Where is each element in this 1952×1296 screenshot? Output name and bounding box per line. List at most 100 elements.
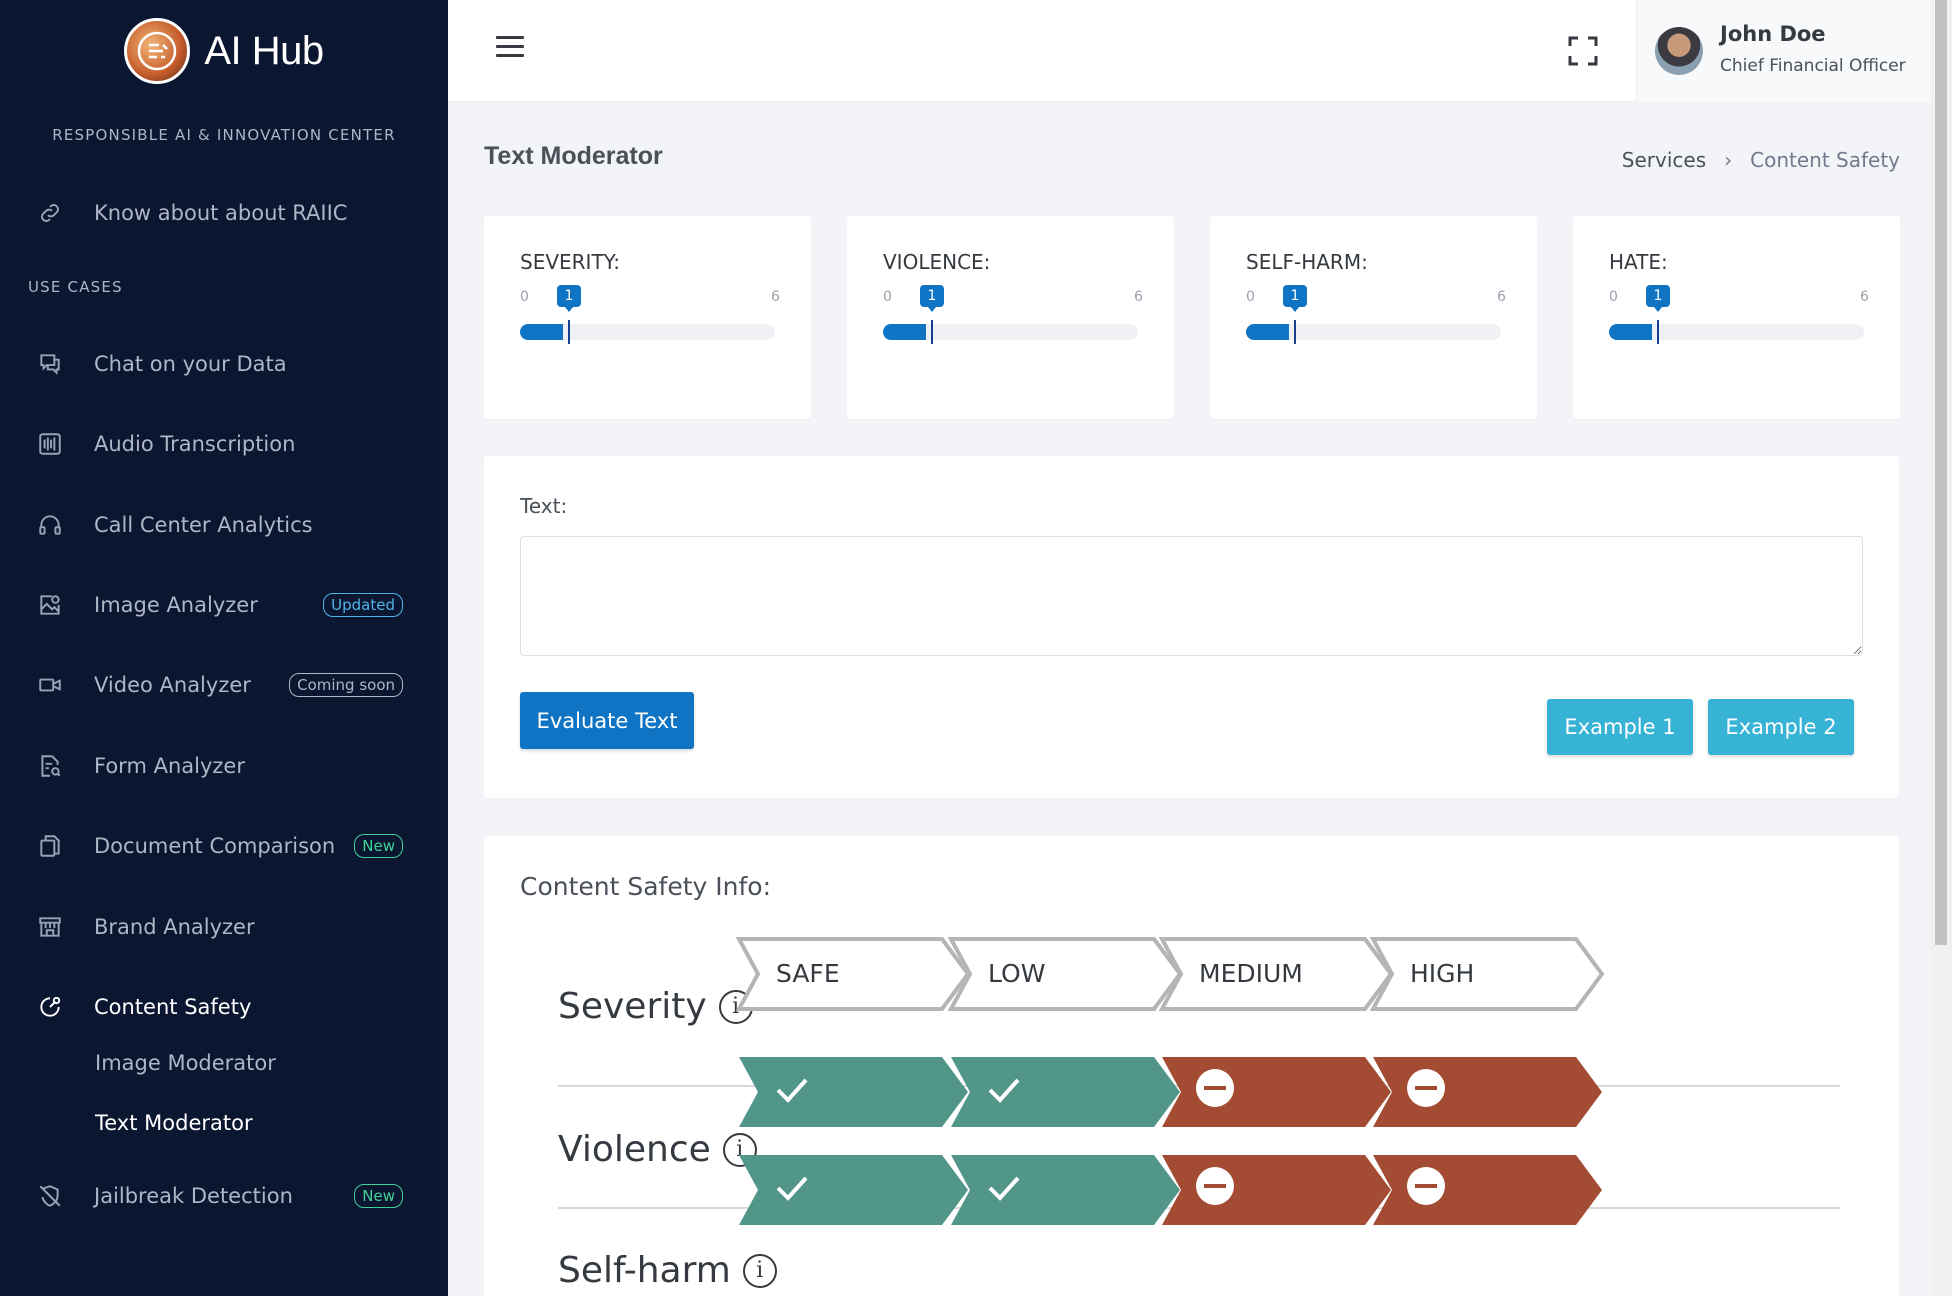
scrollbar-thumb[interactable] — [1935, 0, 1947, 945]
sidebar-item-document-comparison[interactable]: Document Comparison New — [0, 816, 448, 876]
sidebar-item-label: Chat on your Data — [94, 352, 287, 376]
user-menu[interactable]: John Doe Chief Financial Officer — [1636, 0, 1930, 102]
sidebar-item-label: Form Analyzer — [94, 754, 245, 778]
allowed-chevron — [948, 1054, 1184, 1130]
slider-title: SEVERITY: — [520, 250, 620, 274]
self-harm-slider[interactable] — [1246, 324, 1501, 340]
store-icon — [36, 913, 64, 941]
slider-handle[interactable] — [568, 320, 570, 344]
violence-slider[interactable] — [883, 324, 1138, 340]
sidebar-item-label: Jailbreak Detection — [94, 1184, 293, 1208]
ai-brain-logo-icon — [124, 18, 191, 84]
user-name: John Doe — [1720, 22, 1826, 46]
sidebar-item-label: Call Center Analytics — [94, 513, 313, 537]
sidebar-item-label: Audio Transcription — [94, 432, 296, 456]
new-badge: New — [354, 1184, 403, 1208]
coming-soon-badge: Coming soon — [289, 673, 403, 697]
slider-max: 6 — [771, 289, 780, 305]
self-harm-slider-card: SELF-HARM: 0 1 6 — [1210, 216, 1537, 419]
allowed-chevron — [736, 1152, 972, 1228]
menu-icon[interactable] — [496, 36, 526, 64]
hate-slider-card: HATE: 0 1 6 — [1573, 216, 1900, 419]
topbar: John Doe Chief Financial Officer — [448, 0, 1930, 102]
sidebar-item-label: Know about about RAIIC — [94, 201, 348, 225]
slider-title: HATE: — [1609, 250, 1668, 274]
text-input[interactable] — [520, 536, 1863, 656]
slider-min: 0 — [520, 289, 529, 305]
slider-handle[interactable] — [1294, 320, 1296, 344]
blocked-chevron — [1159, 1152, 1395, 1228]
violence-slider-card: VIOLENCE: 0 1 6 — [847, 216, 1174, 419]
sidebar-item-jailbreak-detection[interactable]: Jailbreak Detection New — [0, 1166, 448, 1226]
sidebar-subitem-image-moderator[interactable]: Image Moderator — [95, 1051, 276, 1075]
video-icon — [36, 671, 64, 699]
new-badge: New — [354, 834, 403, 858]
level-label: SAFE — [776, 959, 840, 988]
slider-fill — [520, 324, 563, 340]
blocked-chevron — [1159, 1054, 1395, 1130]
allowed-chevron — [736, 1054, 972, 1130]
sidebar-item-audio[interactable]: Audio Transcription — [0, 414, 448, 474]
sidebar-item-label: Brand Analyzer — [94, 915, 255, 939]
blocked-chevron — [1370, 1054, 1606, 1130]
slider-fill — [883, 324, 926, 340]
updated-badge: Updated — [323, 593, 403, 617]
chevron-right-icon: › — [1724, 148, 1733, 172]
evaluate-text-button[interactable]: Evaluate Text — [520, 692, 694, 749]
sidebar-item-video-analyzer[interactable]: Video Analyzer Coming soon — [0, 655, 448, 715]
shield-off-icon — [36, 1182, 64, 1210]
slider-min: 0 — [1609, 289, 1618, 305]
user-role: Chief Financial Officer — [1720, 56, 1906, 76]
sidebar-item-chat[interactable]: Chat on your Data — [0, 334, 448, 394]
sidebar-item-call-center[interactable]: Call Center Analytics — [0, 495, 448, 555]
allowed-chevron — [948, 1152, 1184, 1228]
hate-slider[interactable] — [1609, 324, 1864, 340]
row-label-text: Severity — [558, 986, 707, 1027]
text-label: Text: — [520, 494, 568, 518]
info-icon[interactable]: i — [742, 1253, 777, 1288]
level-label: MEDIUM — [1199, 959, 1303, 988]
level-chevron-low: LOW — [948, 936, 1184, 1012]
row-label-text: Violence — [558, 1129, 711, 1170]
sidebar-item-label: Image Analyzer — [94, 593, 258, 617]
fullscreen-icon[interactable] — [1568, 36, 1598, 66]
sidebar-item-image-analyzer[interactable]: Image Analyzer Updated — [0, 575, 448, 635]
audio-icon — [36, 430, 64, 458]
breadcrumb-services[interactable]: Services — [1622, 148, 1706, 172]
sidebar-item-form-analyzer[interactable]: Form Analyzer — [0, 736, 448, 796]
slider-fill — [1609, 324, 1652, 340]
scrollbar[interactable] — [1930, 0, 1952, 1296]
sidebar-item-brand-analyzer[interactable]: Brand Analyzer — [0, 897, 448, 957]
org-label: RESPONSIBLE AI & INNOVATION CENTER — [52, 126, 396, 144]
sidebar-subitem-text-moderator[interactable]: Text Moderator — [95, 1111, 253, 1135]
slider-title: VIOLENCE: — [883, 250, 991, 274]
violence-row-label: Violence i — [558, 1129, 757, 1170]
sidebar-item-content-safety[interactable]: Content Safety — [0, 977, 448, 1037]
headset-icon — [36, 511, 64, 539]
page-title: Text Moderator — [484, 142, 663, 170]
slider-max: 6 — [1860, 289, 1869, 305]
example-1-button[interactable]: Example 1 — [1547, 699, 1693, 755]
content-safety-info-card: Content Safety Info: Severity i Violence… — [484, 836, 1899, 1296]
shield-icon — [36, 993, 64, 1021]
breadcrumb: Services › Content Safety — [1622, 148, 1900, 172]
severity-slider[interactable] — [520, 324, 775, 340]
link-icon — [36, 199, 64, 227]
level-chevron-safe: SAFE — [736, 936, 972, 1012]
slider-fill — [1246, 324, 1289, 340]
level-label: LOW — [988, 959, 1046, 988]
example-2-button[interactable]: Example 2 — [1708, 699, 1854, 755]
brand-name: AI Hub — [204, 28, 324, 73]
level-label: HIGH — [1410, 959, 1475, 988]
level-chevron-medium: MEDIUM — [1159, 936, 1395, 1012]
slider-handle[interactable] — [931, 320, 933, 344]
sidebar-item-about[interactable]: Know about about RAIIC — [0, 183, 448, 243]
severity-row-label: Severity i — [558, 986, 753, 1027]
slider-handle[interactable] — [1657, 320, 1659, 344]
slider-value-bubble: 1 — [1283, 285, 1307, 312]
breadcrumb-content-safety: Content Safety — [1750, 148, 1900, 172]
row-label-text: Self-harm — [558, 1250, 731, 1291]
chat-icon — [36, 350, 64, 378]
brand[interactable]: AI Hub — [0, 18, 448, 84]
severity-slider-card: SEVERITY: 0 1 6 — [484, 216, 811, 419]
